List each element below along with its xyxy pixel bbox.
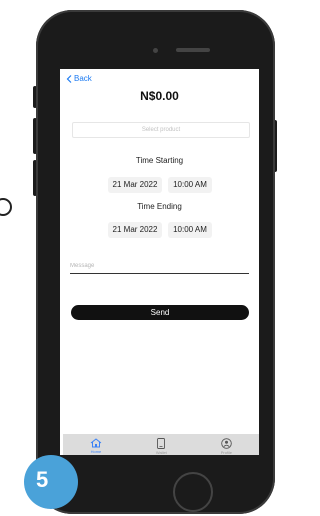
time-ending-label: Time Ending bbox=[137, 202, 182, 211]
step-number-badge: 5 bbox=[24, 455, 78, 509]
step-number: 5 bbox=[36, 467, 49, 492]
home-button[interactable] bbox=[173, 472, 213, 512]
tab-wallet[interactable]: Wallet bbox=[155, 437, 167, 455]
phone-screen: Back N$0.00 Select product Time Starting… bbox=[60, 69, 259, 455]
tab-profile[interactable]: Profile bbox=[220, 437, 233, 455]
earpiece-speaker bbox=[176, 48, 210, 52]
tab-profile-label: Profile bbox=[220, 449, 233, 455]
bottom-tab-bar: Home Wallet Profile bbox=[63, 434, 259, 455]
wallet-icon bbox=[157, 437, 166, 449]
start-time-picker[interactable]: 10:00 AM bbox=[168, 177, 212, 193]
tab-home[interactable]: Home bbox=[90, 438, 102, 454]
end-time-picker[interactable]: 10:00 AM bbox=[168, 222, 212, 238]
tab-home-label: Home bbox=[90, 449, 102, 454]
select-product-dropdown[interactable]: Select product bbox=[72, 122, 250, 138]
amount-title: N$0.00 bbox=[140, 89, 179, 103]
message-input[interactable] bbox=[70, 259, 249, 274]
front-camera bbox=[153, 48, 158, 53]
send-button[interactable]: Send bbox=[71, 305, 249, 320]
back-label: Back bbox=[74, 74, 92, 83]
end-date-picker[interactable]: 21 Mar 2022 bbox=[108, 222, 162, 238]
time-starting-label: Time Starting bbox=[135, 156, 184, 165]
stage: Back N$0.00 Select product Time Starting… bbox=[0, 0, 277, 516]
home-icon bbox=[90, 438, 102, 448]
start-date-picker[interactable]: 21 Mar 2022 bbox=[108, 177, 162, 193]
tab-wallet-label: Wallet bbox=[155, 449, 167, 455]
profile-icon bbox=[221, 437, 232, 449]
back-button[interactable]: Back bbox=[66, 74, 92, 83]
side-circle-decoration bbox=[0, 198, 12, 216]
chevron-left-icon bbox=[66, 74, 72, 83]
